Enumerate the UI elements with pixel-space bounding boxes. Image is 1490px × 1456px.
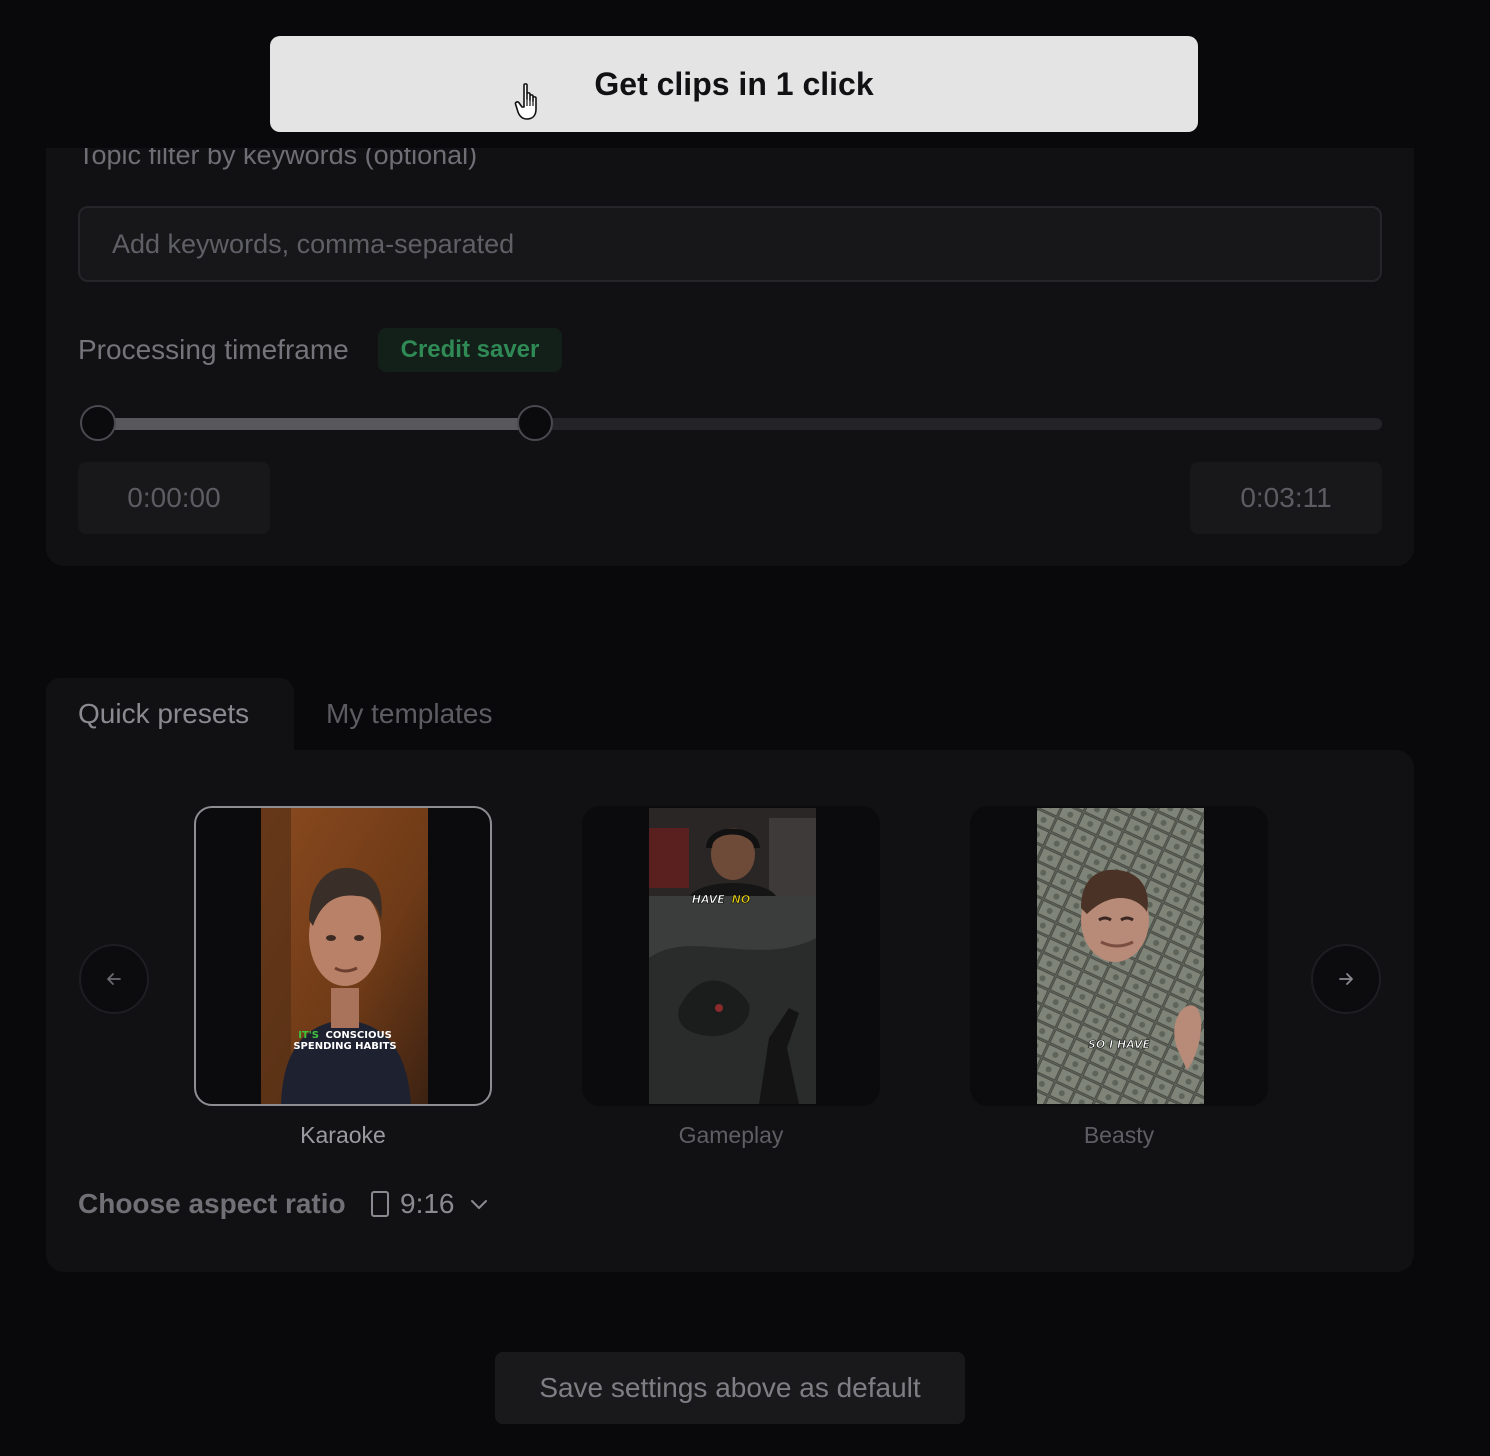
aspect-ratio-select[interactable]: 9:16 (370, 1184, 489, 1224)
tab-quick-presets[interactable]: Quick presets (46, 678, 294, 750)
preset-card-karaoke[interactable]: IT'S CONSCIOUS SPENDING HABITS (194, 806, 492, 1106)
hand-pointer-icon (514, 83, 537, 120)
phone-portrait-icon (371, 1191, 389, 1217)
preset-label-beasty: Beasty (1083, 1122, 1155, 1148)
svg-text:HAVE NO: HAVE NO (692, 893, 750, 906)
aspect-ratio-value: 9:16 (400, 1188, 455, 1219)
carousel-next-button[interactable] (1311, 944, 1381, 1014)
timeframe-slider-range (98, 418, 535, 430)
tab-my-templates[interactable]: My templates (326, 678, 493, 750)
gameplay-thumbnail: HAVE NO (649, 808, 816, 1104)
svg-text:SPENDING HABITS: SPENDING HABITS (293, 1041, 396, 1052)
start-time-field[interactable]: 0:00:00 (78, 462, 270, 534)
get-clips-button[interactable]: Get clips in 1 click (270, 36, 1198, 132)
timeframe-label: Processing timeframe (78, 334, 349, 365)
karaoke-thumbnail: IT'S CONSCIOUS SPENDING HABITS (261, 808, 428, 1104)
keyword-input[interactable] (78, 206, 1382, 282)
svg-text:IT'S CONSCIOUS: IT'S CONSCIOUS (298, 1030, 392, 1041)
preset-label-karaoke: Karaoke (300, 1122, 386, 1148)
svg-text:SO I HAVE: SO I HAVE (1088, 1038, 1151, 1051)
carousel-prev-button[interactable] (79, 944, 149, 1014)
arrow-right-icon (1339, 973, 1353, 985)
arrow-left-icon (107, 973, 121, 985)
beasty-thumbnail: SO I HAVE (1037, 808, 1204, 1104)
save-default-button[interactable]: Save settings above as default (495, 1352, 965, 1424)
sticky-header: Get clips in 1 click (0, 0, 1490, 148)
timeframe-start-handle[interactable] (80, 405, 116, 441)
credit-saver-badge: Credit saver (378, 328, 562, 372)
preset-label-gameplay: Gameplay (678, 1122, 784, 1148)
aspect-ratio-label: Choose aspect ratio (78, 1188, 346, 1219)
preset-card-beasty[interactable]: SO I HAVE (970, 806, 1268, 1106)
preset-card-gameplay[interactable]: HAVE NO (582, 806, 880, 1106)
end-time-field[interactable]: 0:03:11 (1190, 462, 1382, 534)
chevron-down-icon (470, 1200, 487, 1209)
timeframe-end-handle[interactable] (517, 405, 553, 441)
